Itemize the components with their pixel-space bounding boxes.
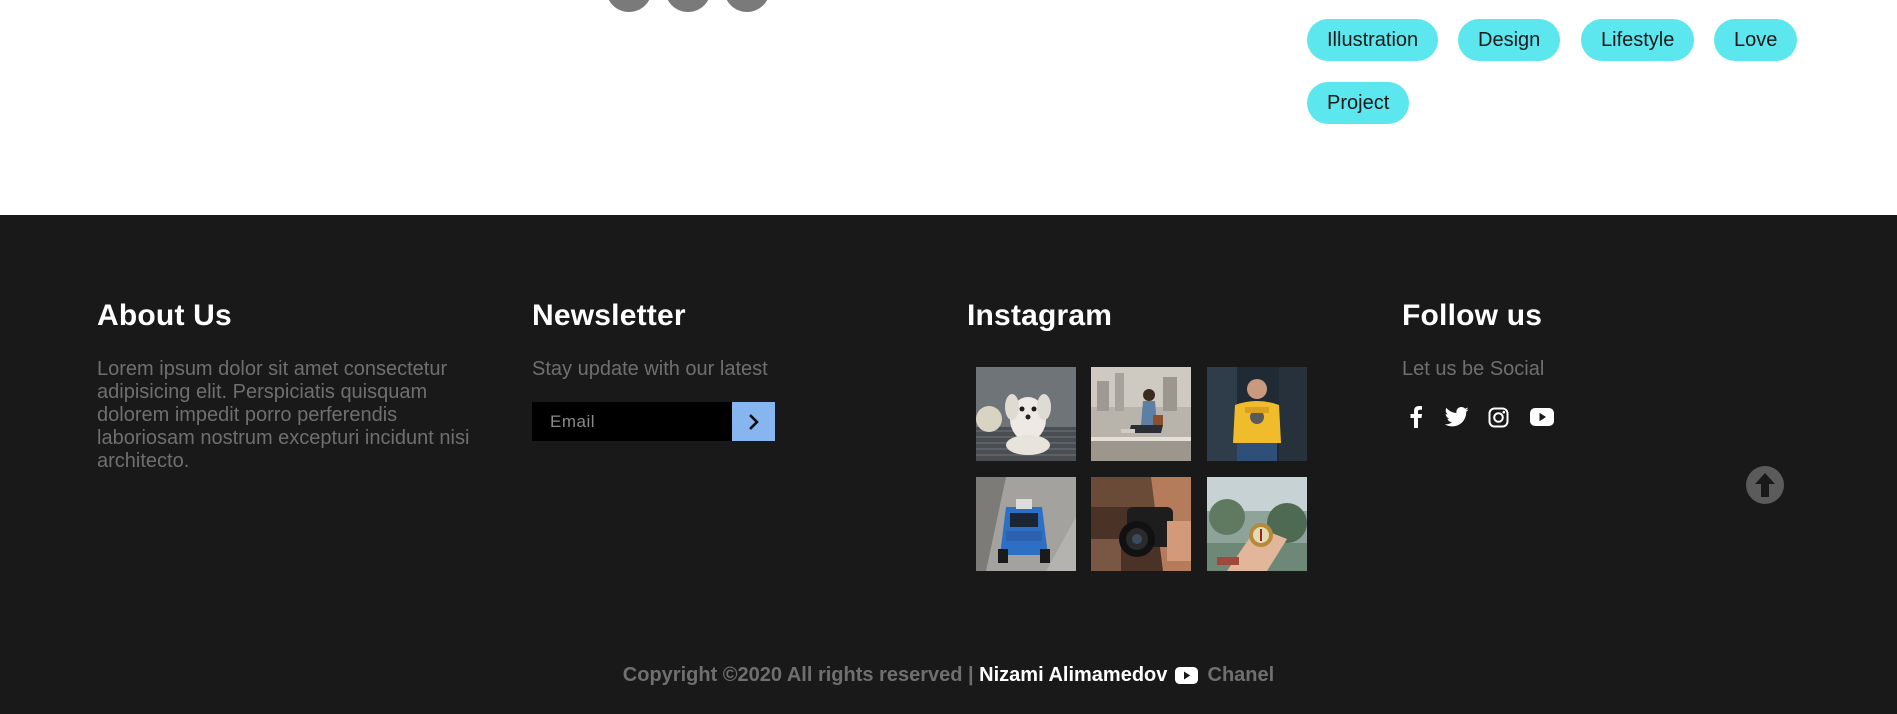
- pagination-dot-3[interactable]: [724, 0, 770, 12]
- tag-love[interactable]: Love: [1714, 19, 1798, 61]
- instagram-photo-camera[interactable]: [1091, 477, 1191, 571]
- channel-label: Chanel: [1207, 664, 1275, 686]
- tag-illustration[interactable]: Illustration: [1307, 19, 1439, 61]
- subscribe-button[interactable]: [732, 402, 775, 441]
- instagram-photo-compass[interactable]: [1207, 477, 1307, 571]
- email-field-wrapper: [532, 402, 732, 441]
- newsletter-subtitle: Stay update with our latest: [532, 358, 768, 380]
- twitter-link[interactable]: [1441, 401, 1473, 433]
- instagram-photo-car[interactable]: [976, 477, 1076, 571]
- scroll-to-top-button[interactable]: [1745, 465, 1785, 505]
- instagram-link[interactable]: [1482, 401, 1514, 433]
- instagram-icon: [1488, 407, 1508, 427]
- tag-lifestyle[interactable]: Lifestyle: [1581, 19, 1695, 61]
- pagination-dot-1[interactable]: [606, 0, 652, 12]
- youtube-link[interactable]: [1526, 401, 1558, 433]
- follow-heading: Follow us: [1402, 299, 1543, 332]
- youtube-icon: [1530, 408, 1554, 426]
- facebook-link[interactable]: [1400, 401, 1432, 433]
- instagram-heading: Instagram: [967, 299, 1113, 332]
- tag-design[interactable]: Design: [1458, 19, 1561, 61]
- twitter-icon: [1445, 407, 1469, 427]
- follow-subtitle: Let us be Social: [1402, 358, 1545, 380]
- arrow-up-circle-icon: [1746, 466, 1784, 504]
- instagram-photo-man-yellow[interactable]: [1207, 367, 1307, 461]
- instagram-photo-dog[interactable]: [976, 367, 1076, 461]
- about-heading: About Us: [97, 299, 232, 332]
- site-footer: About Us Lorem ipsum dolor sit amet cons…: [0, 215, 1897, 714]
- pagination-dot-2[interactable]: [665, 0, 711, 12]
- email-field[interactable]: [532, 402, 732, 441]
- youtube-icon: [1174, 667, 1198, 690]
- newsletter-heading: Newsletter: [532, 299, 686, 332]
- chevron-right-icon: [748, 413, 759, 430]
- author-link[interactable]: Nizami Alimamedov: [979, 664, 1167, 686]
- about-text: Lorem ipsum dolor sit amet consectetur a…: [97, 358, 470, 472]
- sidebar-tags-section: Illustration Design Lifestyle Love Proje…: [0, 0, 1897, 215]
- instagram-photo-woman[interactable]: [1091, 367, 1191, 461]
- tag-project[interactable]: Project: [1307, 82, 1410, 124]
- copyright-text: Copyright ©2020 All rights reserved |: [622, 664, 974, 686]
- copyright-line: Copyright ©2020 All rights reserved | Ni…: [0, 664, 1897, 690]
- facebook-icon: [1410, 406, 1422, 428]
